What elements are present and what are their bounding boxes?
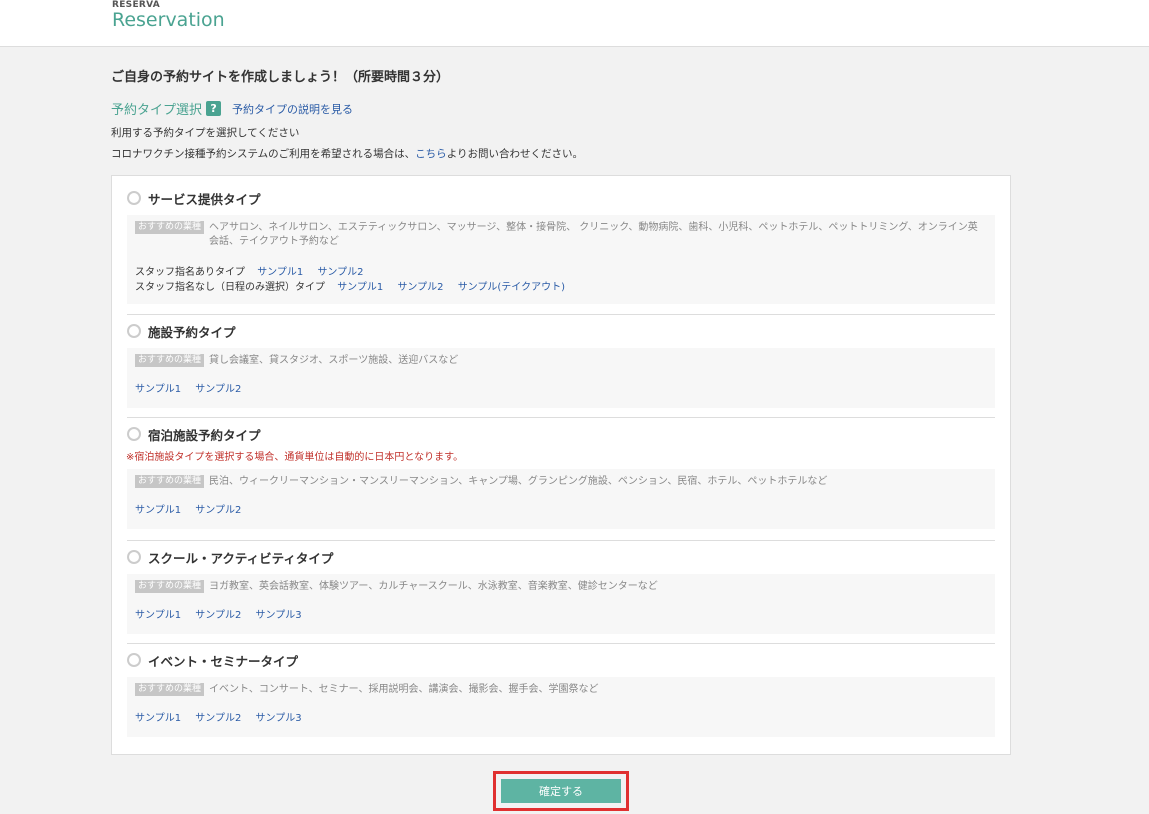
section-header: 予約タイプ選択 ? 予約タイプの説明を見る — [111, 99, 353, 118]
sample-link[interactable]: サンプル3 — [256, 713, 302, 724]
sample-link[interactable]: サンプル1 — [135, 505, 181, 516]
recommend-box: おすすめの業種 貸し会議室、貸スタジオ、スポーツ施設、送迎バスなど サンプル1 … — [127, 348, 995, 408]
sample-link[interactable]: サンプル1 — [135, 713, 181, 724]
type-option-event[interactable]: イベント・セミナータイプ おすすめの業種 イベント、コンサート、セミナー、採用説… — [127, 650, 995, 737]
help-icon[interactable]: ? — [206, 101, 222, 116]
vaccine-note-before: コロナワクチン接種予約システムのご利用を希望される場合は、 — [111, 148, 416, 160]
confirm-highlight: 確定する — [493, 771, 629, 811]
currency-warning: ※宿泊施設タイプを選択する場合、通貨単位は自動的に日本円となります。 — [126, 452, 464, 463]
radio-button[interactable] — [127, 550, 141, 564]
sample-link[interactable]: サンプル2 — [195, 384, 241, 395]
type-name: 宿泊施設予約タイプ — [148, 427, 261, 443]
contact-link[interactable]: こちら — [415, 148, 447, 160]
radio-button[interactable] — [127, 324, 141, 338]
reservation-type-panel: サービス提供タイプ おすすめの業種 ヘアサロン、ネイルサロン、エステティックサロ… — [111, 175, 1011, 755]
sample-link[interactable]: サンプル1 — [337, 282, 383, 293]
sample-link[interactable]: サンプル3 — [256, 610, 302, 621]
sample-link[interactable]: サンプル1 — [135, 384, 181, 395]
header: RESERVA Reservation — [0, 0, 1149, 47]
divider — [127, 643, 995, 644]
vaccine-note-after: よりお問い合わせください。 — [446, 148, 583, 160]
brand-name: Reservation — [112, 9, 225, 31]
sample-link[interactable]: サンプル2 — [195, 610, 241, 621]
type-option-facility[interactable]: 施設予約タイプ おすすめの業種 貸し会議室、貸スタジオ、スポーツ施設、送迎バスな… — [127, 321, 995, 408]
recommend-box: おすすめの業種 ヨガ教室、英会話教室、体験ツアー、カルチャースクール、水泳教室、… — [127, 574, 995, 634]
recommend-badge: おすすめの業種 — [135, 475, 205, 488]
logo[interactable]: RESERVA Reservation — [112, 0, 225, 30]
sample-link[interactable]: サンプル1 — [135, 610, 181, 621]
vaccine-note: コロナワクチン接種予約システムのご利用を希望される場合は、こちらよりお問い合わせ… — [111, 146, 583, 161]
recommend-badge: おすすめの業種 — [135, 580, 205, 593]
sample-links: サンプル1 サンプル2 サンプル3 — [135, 711, 986, 726]
sample-link[interactable]: サンプル2 — [317, 267, 363, 278]
divider — [127, 540, 995, 541]
radio-button[interactable] — [127, 653, 141, 667]
radio-button[interactable] — [127, 191, 141, 205]
sample-link[interactable]: サンプル2 — [397, 282, 443, 293]
recommend-badge: おすすめの業種 — [135, 354, 205, 367]
help-link[interactable]: 予約タイプの説明を見る — [232, 101, 353, 117]
type-name: イベント・セミナータイプ — [148, 653, 299, 669]
sample-row-label: スタッフ指名なし（日程のみ選択）タイプ — [135, 282, 325, 293]
type-name: 施設予約タイプ — [148, 324, 236, 340]
sample-links: サンプル1 サンプル2 — [135, 503, 986, 518]
page-title: ご自身の予約サイトを作成しましょう！（所要時間３分） — [111, 70, 450, 85]
instruction-text: 利用する予約タイプを選択してください — [111, 127, 300, 139]
sample-link[interactable]: サンプル(テイクアウト) — [458, 282, 565, 293]
type-option-service[interactable]: サービス提供タイプ おすすめの業種 ヘアサロン、ネイルサロン、エステティックサロ… — [127, 188, 995, 304]
recommend-box: おすすめの業種 ヘアサロン、ネイルサロン、エステティックサロン、マッサージ、整体… — [127, 215, 995, 304]
sample-link[interactable]: サンプル2 — [195, 713, 241, 724]
recommend-text: 貸し会議室、貸スタジオ、スポーツ施設、送迎バスなど — [209, 355, 459, 366]
recommend-text: イベント、コンサート、セミナー、採用説明会、講演会、撮影会、握手会、学園祭など — [209, 684, 599, 695]
divider — [127, 417, 995, 418]
recommend-text: ヘアサロン、ネイルサロン、エステティックサロン、マッサージ、整体・接骨院、 クリ… — [209, 222, 978, 247]
type-name: サービス提供タイプ — [148, 191, 261, 207]
section-title: 予約タイプ選択 — [111, 103, 203, 118]
recommend-text: ヨガ教室、英会話教室、体験ツアー、カルチャースクール、水泳教室、音楽教室、健診セ… — [209, 581, 658, 592]
sample-link[interactable]: サンプル1 — [257, 267, 303, 278]
sample-row-label: スタッフ指名ありタイプ — [135, 267, 245, 278]
type-option-lodging[interactable]: 宿泊施設予約タイプ ※宿泊施設タイプを選択する場合、通貨単位は自動的に日本円とな… — [126, 424, 995, 529]
recommend-text: 民泊、ウィークリーマンション・マンスリーマンション、キャンプ場、グランピング施設… — [209, 476, 828, 487]
confirm-button[interactable]: 確定する — [501, 779, 621, 803]
recommend-box: おすすめの業種 イベント、コンサート、セミナー、採用説明会、講演会、撮影会、握手… — [127, 677, 995, 737]
sample-link[interactable]: サンプル2 — [195, 505, 241, 516]
sample-links: サンプル1 サンプル2 — [135, 382, 986, 397]
recommend-badge: おすすめの業種 — [135, 221, 205, 234]
sample-links: サンプル1 サンプル2 サンプル3 — [135, 608, 986, 623]
type-option-school[interactable]: スクール・アクティビティタイプ おすすめの業種 ヨガ教室、英会話教室、体験ツアー… — [127, 547, 995, 634]
sample-links: スタッフ指名ありタイプ サンプル1 サンプル2 スタッフ指名なし（日程のみ選択）… — [135, 265, 986, 295]
recommend-badge: おすすめの業種 — [135, 683, 205, 696]
recommend-box: おすすめの業種 民泊、ウィークリーマンション・マンスリーマンション、キャンプ場、… — [127, 469, 995, 529]
type-name: スクール・アクティビティタイプ — [148, 550, 334, 566]
divider — [127, 314, 995, 315]
radio-button[interactable] — [127, 427, 141, 441]
